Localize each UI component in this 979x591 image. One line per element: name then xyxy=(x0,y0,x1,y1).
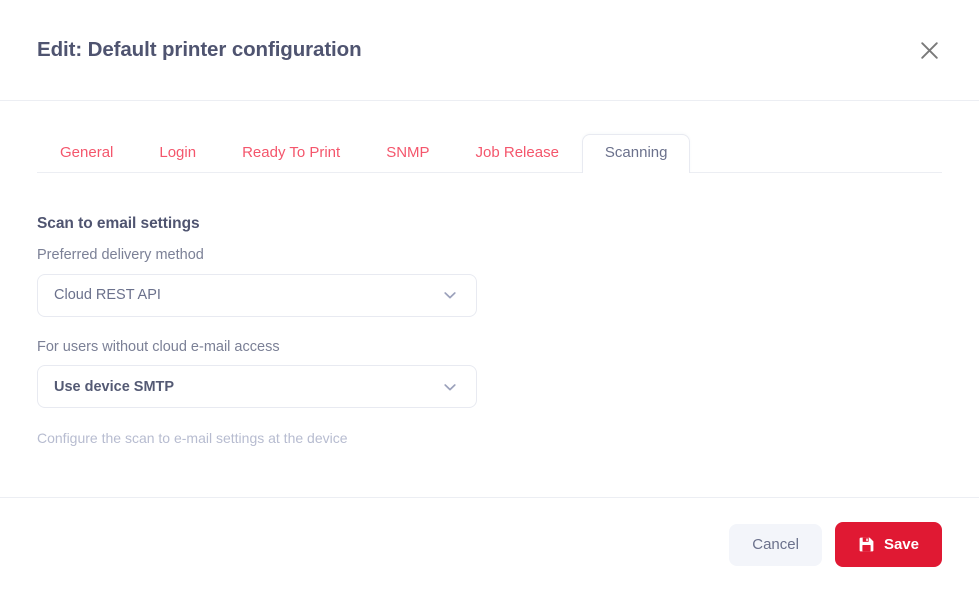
select-preferred-delivery-method-value: Cloud REST API xyxy=(54,287,161,304)
tab-ready-to-print[interactable]: Ready To Print xyxy=(219,134,363,174)
dialog-body: General Login Ready To Print SNMP Job Re… xyxy=(0,101,979,497)
save-floppy-icon xyxy=(858,536,875,553)
tab-scanning[interactable]: Scanning xyxy=(581,133,691,174)
edit-printer-configuration-dialog: Edit: Default printer configuration Gene… xyxy=(0,0,979,591)
save-button-label: Save xyxy=(883,536,919,553)
dialog-title: Edit: Default printer configuration xyxy=(37,37,362,61)
select-users-without-cloud-email[interactable]: Use device SMTP xyxy=(37,365,477,409)
tab-job-release[interactable]: Job Release xyxy=(453,134,582,174)
save-floppy-icon-glyph xyxy=(859,537,874,552)
cancel-button[interactable]: Cancel xyxy=(729,523,822,566)
chevron-down-icon xyxy=(442,287,458,303)
tab-snmp[interactable]: SNMP xyxy=(363,134,452,174)
label-preferred-delivery-method: Preferred delivery method xyxy=(37,247,204,263)
select-preferred-delivery-method[interactable]: Cloud REST API xyxy=(37,273,477,317)
chevron-down-icon xyxy=(442,379,458,395)
close-icon-glyph xyxy=(920,41,938,59)
save-button[interactable]: Save xyxy=(834,522,942,567)
chevron-down-icon-glyph xyxy=(444,292,456,299)
label-users-without-cloud-email: For users without cloud e-mail access xyxy=(37,338,280,355)
section-heading-scan-to-email: Scan to email settings xyxy=(37,215,200,232)
close-icon[interactable] xyxy=(909,30,949,70)
dialog-footer: Cancel Save xyxy=(0,497,979,591)
tab-bar: General Login Ready To Print SNMP Job Re… xyxy=(37,101,942,174)
field-preferred-delivery-method: Preferred delivery method Cloud REST API xyxy=(37,246,942,317)
dialog-header: Edit: Default printer configuration xyxy=(0,0,979,101)
scanning-panel: Scan to email settings Preferred deliver… xyxy=(0,173,979,449)
chevron-down-icon-glyph xyxy=(444,383,456,391)
select-users-without-cloud-email-value: Use device SMTP xyxy=(54,378,175,395)
tab-general[interactable]: General xyxy=(37,134,136,174)
field-users-without-cloud-email: For users without cloud e-mail access Us… xyxy=(37,338,942,409)
helper-text-device-smtp: Configure the scan to e-mail settings at… xyxy=(37,430,348,447)
tab-login[interactable]: Login xyxy=(136,134,219,174)
